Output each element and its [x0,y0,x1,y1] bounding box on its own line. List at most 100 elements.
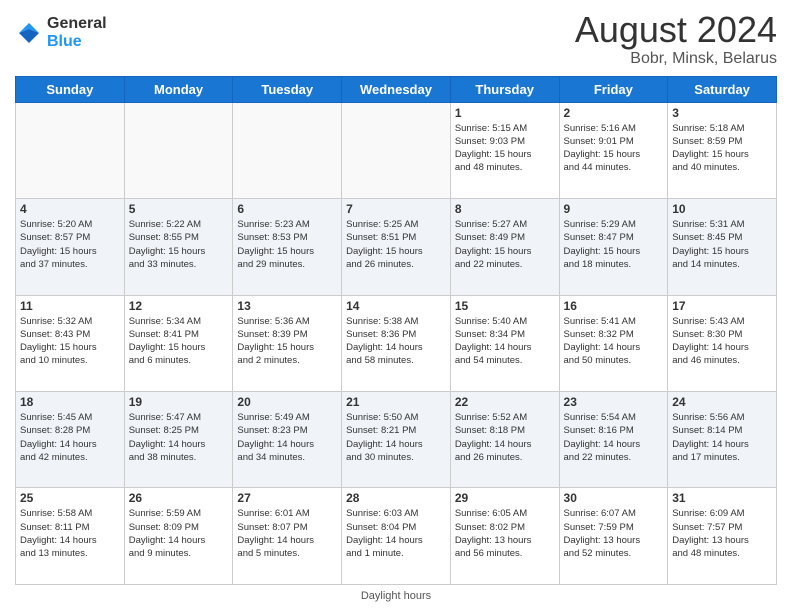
calendar-cell [342,102,451,198]
day-number: 1 [455,106,555,120]
calendar-cell: 29 Sunrise: 6:05 AM Sunset: 8:02 PM Dayli… [450,488,559,585]
day-info: Sunrise: 5:58 AM Sunset: 8:11 PM Dayligh… [20,507,120,560]
day-info: Sunrise: 5:59 AM Sunset: 8:09 PM Dayligh… [129,507,229,560]
calendar-cell: 9Sunrise: 5:29 AM Sunset: 8:47 PM Daylig… [559,199,668,295]
day-info: Sunrise: 5:41 AM Sunset: 8:32 PM Dayligh… [564,315,664,368]
day-number: 6 [237,202,337,216]
calendar-cell: 5 Sunrise: 5:22 AM Sunset: 8:55 PM Daylig… [124,199,233,295]
day-info: Sunrise: 5:16 AM Sunset: 9:01 PM Dayligh… [564,122,664,175]
calendar-day-header: Saturday [668,76,777,102]
calendar-cell: 16 Sunrise: 5:41 AM Sunset: 8:32 PM Dayli… [559,295,668,391]
main-title: August 2024 [575,10,777,50]
calendar-week-row: 25 Sunrise: 5:58 AM Sunset: 8:11 PM Dayli… [16,488,777,585]
logo-text: General Blue [47,15,107,51]
day-info: Sunrise: 6:05 AM Sunset: 8:02 PM Dayligh… [455,507,555,560]
day-info: Sunrise: 6:03 AM Sunset: 8:04 PM Dayligh… [346,507,446,560]
calendar-cell: 11 Sunrise: 5:32 AM Sunset: 8:43 PM Dayli… [16,295,125,391]
calendar-week-row: 1 Sunrise: 5:15 AM Sunset: 9:03 PM Daylig… [16,102,777,198]
day-number: 2 [564,106,664,120]
calendar-cell: 30 Sunrise: 6:07 AM Sunset: 7:59 PM Dayli… [559,488,668,585]
footer: Daylight hours [15,590,777,602]
day-number: 5 [129,202,229,216]
calendar-cell [124,102,233,198]
day-number: 22 [455,395,555,409]
calendar-header-row: SundayMondayTuesdayWednesdayThursdayFrid… [16,76,777,102]
calendar-cell: 23Sunrise: 5:54 AM Sunset: 8:16 PM Dayli… [559,392,668,488]
day-info: Sunrise: 5:18 AM Sunset: 8:59 PM Dayligh… [672,122,772,175]
day-number: 30 [564,491,664,505]
calendar-day-header: Tuesday [233,76,342,102]
calendar-day-header: Monday [124,76,233,102]
calendar-cell: 13 Sunrise: 5:36 AM Sunset: 8:39 PM Dayli… [233,295,342,391]
day-number: 18 [20,395,120,409]
day-info: Sunrise: 6:07 AM Sunset: 7:59 PM Dayligh… [564,507,664,560]
calendar-cell: 31Sunrise: 6:09 AM Sunset: 7:57 PM Dayli… [668,488,777,585]
day-info: Sunrise: 5:15 AM Sunset: 9:03 PM Dayligh… [455,122,555,175]
day-info: Sunrise: 5:22 AM Sunset: 8:55 PM Dayligh… [129,218,229,271]
day-number: 20 [237,395,337,409]
day-number: 3 [672,106,772,120]
day-info: Sunrise: 5:34 AM Sunset: 8:41 PM Dayligh… [129,315,229,368]
calendar-cell: 20 Sunrise: 5:49 AM Sunset: 8:23 PM Dayli… [233,392,342,488]
logo: General Blue [15,15,107,51]
title-block: August 2024 Bobr, Minsk, Belarus [575,10,777,68]
calendar-cell: 21Sunrise: 5:50 AM Sunset: 8:21 PM Dayli… [342,392,451,488]
day-info: Sunrise: 6:01 AM Sunset: 8:07 PM Dayligh… [237,507,337,560]
calendar-day-header: Sunday [16,76,125,102]
day-number: 11 [20,299,120,313]
header: General Blue August 2024 Bobr, Minsk, Be… [15,10,777,68]
day-number: 16 [564,299,664,313]
day-info: Sunrise: 5:32 AM Sunset: 8:43 PM Dayligh… [20,315,120,368]
day-info: Sunrise: 5:56 AM Sunset: 8:14 PM Dayligh… [672,411,772,464]
day-info: Sunrise: 5:40 AM Sunset: 8:34 PM Dayligh… [455,315,555,368]
calendar-cell: 28 Sunrise: 6:03 AM Sunset: 8:04 PM Dayli… [342,488,451,585]
calendar-cell: 22Sunrise: 5:52 AM Sunset: 8:18 PM Dayli… [450,392,559,488]
day-number: 15 [455,299,555,313]
day-info: Sunrise: 5:50 AM Sunset: 8:21 PM Dayligh… [346,411,446,464]
calendar-cell: 24 Sunrise: 5:56 AM Sunset: 8:14 PM Dayli… [668,392,777,488]
day-info: Sunrise: 5:47 AM Sunset: 8:25 PM Dayligh… [129,411,229,464]
day-number: 24 [672,395,772,409]
day-info: Sunrise: 6:09 AM Sunset: 7:57 PM Dayligh… [672,507,772,560]
calendar-cell: 7 Sunrise: 5:25 AM Sunset: 8:51 PM Daylig… [342,199,451,295]
calendar-cell: 12Sunrise: 5:34 AM Sunset: 8:41 PM Dayli… [124,295,233,391]
calendar-cell: 6Sunrise: 5:23 AM Sunset: 8:53 PM Daylig… [233,199,342,295]
calendar-cell: 2 Sunrise: 5:16 AM Sunset: 9:01 PM Daylig… [559,102,668,198]
calendar-cell: 27 Sunrise: 6:01 AM Sunset: 8:07 PM Dayli… [233,488,342,585]
calendar-week-row: 18 Sunrise: 5:45 AM Sunset: 8:28 PM Dayli… [16,392,777,488]
day-number: 23 [564,395,664,409]
day-number: 27 [237,491,337,505]
calendar-day-header: Wednesday [342,76,451,102]
day-info: Sunrise: 5:27 AM Sunset: 8:49 PM Dayligh… [455,218,555,271]
day-info: Sunrise: 5:45 AM Sunset: 8:28 PM Dayligh… [20,411,120,464]
calendar-week-row: 11 Sunrise: 5:32 AM Sunset: 8:43 PM Dayli… [16,295,777,391]
day-number: 14 [346,299,446,313]
footer-text: Daylight hours [361,590,431,602]
day-number: 28 [346,491,446,505]
day-info: Sunrise: 5:49 AM Sunset: 8:23 PM Dayligh… [237,411,337,464]
day-info: Sunrise: 5:29 AM Sunset: 8:47 PM Dayligh… [564,218,664,271]
calendar-cell: 18 Sunrise: 5:45 AM Sunset: 8:28 PM Dayli… [16,392,125,488]
day-number: 26 [129,491,229,505]
calendar-cell: 1 Sunrise: 5:15 AM Sunset: 9:03 PM Daylig… [450,102,559,198]
calendar-cell: 3 Sunrise: 5:18 AM Sunset: 8:59 PM Daylig… [668,102,777,198]
calendar-cell: 10Sunrise: 5:31 AM Sunset: 8:45 PM Dayli… [668,199,777,295]
day-number: 10 [672,202,772,216]
day-number: 17 [672,299,772,313]
day-number: 29 [455,491,555,505]
day-number: 4 [20,202,120,216]
day-number: 13 [237,299,337,313]
calendar-table: SundayMondayTuesdayWednesdayThursdayFrid… [15,76,777,585]
page: General Blue August 2024 Bobr, Minsk, Be… [0,0,792,612]
day-info: Sunrise: 5:36 AM Sunset: 8:39 PM Dayligh… [237,315,337,368]
calendar-cell [16,102,125,198]
calendar-cell: 4Sunrise: 5:20 AM Sunset: 8:57 PM Daylig… [16,199,125,295]
subtitle: Bobr, Minsk, Belarus [575,50,777,68]
day-number: 8 [455,202,555,216]
day-info: Sunrise: 5:25 AM Sunset: 8:51 PM Dayligh… [346,218,446,271]
day-number: 25 [20,491,120,505]
day-number: 7 [346,202,446,216]
calendar-cell: 15 Sunrise: 5:40 AM Sunset: 8:34 PM Dayli… [450,295,559,391]
calendar-cell: 8 Sunrise: 5:27 AM Sunset: 8:49 PM Daylig… [450,199,559,295]
calendar-cell [233,102,342,198]
